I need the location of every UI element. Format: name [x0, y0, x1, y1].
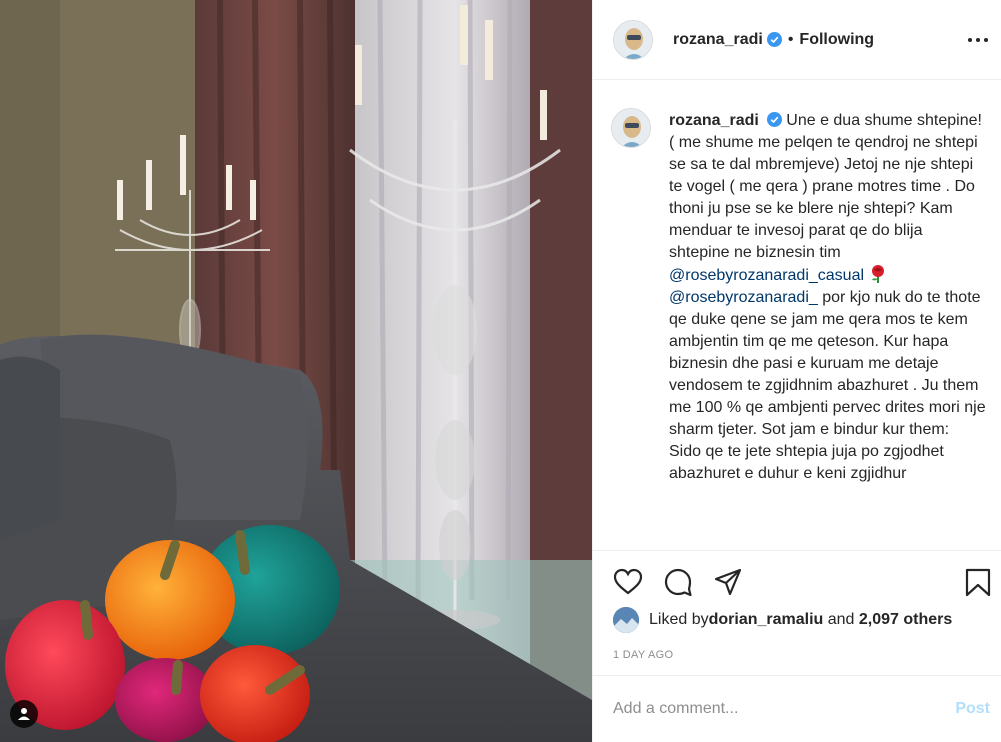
post-photo[interactable]	[0, 0, 592, 742]
liked-by-and: and	[823, 611, 859, 628]
header-separator: •	[787, 30, 794, 48]
post-timestamp[interactable]: 1 DAY AGO	[613, 649, 673, 661]
comment-form: Post	[593, 675, 1001, 742]
more-options-icon[interactable]	[966, 28, 990, 52]
bookmark-icon[interactable]	[963, 567, 993, 597]
comment-icon[interactable]	[663, 567, 693, 597]
mention-link-main[interactable]: @rosebyrozanaradi_	[669, 289, 818, 306]
share-icon[interactable]	[713, 567, 743, 597]
caption-text-1: Une e dua shume shtepine! ( me shume me …	[669, 112, 982, 261]
post-header: rozana_radi • Following	[593, 0, 1001, 80]
caption-username[interactable]: rozana_radi	[669, 112, 759, 129]
verified-badge-icon	[766, 32, 782, 47]
heart-icon[interactable]	[613, 567, 643, 597]
liked-by-user-link[interactable]: dorian_ramaliu	[709, 611, 824, 629]
comment-input[interactable]	[613, 700, 956, 718]
verified-badge-icon	[766, 112, 782, 127]
user-tag-icon[interactable]	[10, 700, 38, 728]
liker-avatar[interactable]	[613, 607, 639, 633]
action-bar	[593, 550, 1001, 602]
caption-text-3: Sido qe te jete shtepia juja po zgjodhet…	[669, 443, 944, 482]
rose-emoji-icon	[872, 265, 885, 283]
caption-row: rozana_radi Une e dua shume shtepine! ( …	[611, 108, 986, 485]
liked-by-prefix: Liked by	[649, 611, 709, 628]
post-comment-button[interactable]: Post	[955, 700, 990, 718]
author-avatar[interactable]	[613, 19, 653, 60]
post-caption: rozana_radi Une e dua shume shtepine! ( …	[669, 110, 986, 485]
caption-text-2: por kjo nuk do te thote qe duke qene se …	[669, 289, 986, 438]
caption-author-avatar[interactable]	[611, 108, 651, 148]
liked-by-others-link[interactable]: 2,097 others	[859, 611, 952, 629]
following-button[interactable]: Following	[799, 31, 874, 49]
photo-illustration	[0, 0, 592, 742]
mention-link-casual[interactable]: @rosebyrozanaradi_casual	[669, 267, 864, 284]
caption-area: rozana_radi Une e dua shume shtepine! ( …	[593, 80, 1001, 550]
post-side-panel: rozana_radi • Following rozana_radi Une	[592, 0, 1001, 742]
author-username[interactable]: rozana_radi	[673, 31, 763, 49]
likes-summary: Liked by dorian_ramaliu and 2,097 others	[613, 607, 952, 633]
